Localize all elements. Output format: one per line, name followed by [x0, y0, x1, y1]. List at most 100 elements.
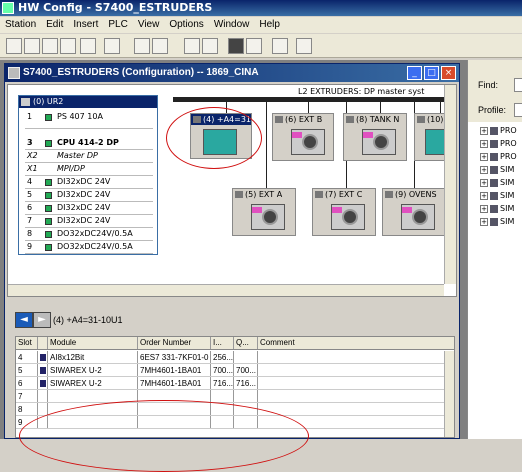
menu-help[interactable]: Help [254, 17, 285, 33]
rack-title[interactable]: (0) UR2 [19, 96, 157, 108]
expand-icon[interactable]: + [480, 140, 488, 148]
dp-station-8[interactable]: (8) TANK N [343, 113, 407, 161]
expand-icon[interactable]: + [480, 127, 488, 135]
menu-edit[interactable]: Edit [41, 17, 68, 33]
find-input[interactable] [514, 78, 522, 92]
expand-icon[interactable]: + [480, 218, 488, 226]
col-comment[interactable]: Comment [258, 337, 456, 349]
maximize-button[interactable]: □ [424, 66, 439, 80]
table-row[interactable]: 6 SIWAREX U-2 7MH4601-1BA01 716... 716..… [16, 377, 454, 390]
menu-station[interactable]: Station [0, 17, 41, 33]
et200-icon [203, 129, 237, 155]
rack-slot-row[interactable]: 6 DI32xDC 24V [25, 203, 153, 215]
dp-station-4[interactable]: (4) +A4=31 [190, 113, 252, 159]
station-icon [235, 191, 243, 198]
catalog-toggle-icon[interactable] [228, 38, 244, 54]
minimize-button[interactable]: _ [407, 66, 422, 80]
horizontal-scrollbar[interactable] [8, 284, 444, 296]
dp-station-7[interactable]: (7) EXT C [312, 188, 376, 236]
rack-slot-row[interactable]: 1 PS 407 10A [25, 112, 153, 129]
dp-station-6[interactable]: (6) EXT B [272, 113, 334, 161]
dp-station-9[interactable]: (9) OVENS [382, 188, 446, 236]
window-icon [8, 67, 20, 79]
menu-options[interactable]: Options [164, 17, 208, 33]
rack-slot-row[interactable]: 3 CPU 414-2 DP [25, 138, 153, 150]
copy-icon[interactable] [134, 38, 150, 54]
expand-icon[interactable]: + [480, 166, 488, 174]
table-row[interactable]: 9 [16, 416, 454, 429]
new-icon[interactable] [6, 38, 22, 54]
expand-icon[interactable]: + [480, 179, 488, 187]
col-module[interactable]: Module [48, 337, 138, 349]
table-row[interactable]: 7 [16, 390, 454, 403]
col-q-address[interactable]: Q... [234, 337, 258, 349]
app-title-bar[interactable]: HW Config - S7400_ESTRUDERS [0, 0, 522, 16]
rack-ur2[interactable]: (0) UR2 1 PS 407 10A 3 CPU 414-2 DP X2 Mast… [18, 95, 158, 255]
rack-slot-row[interactable]: X1 MPI/DP [25, 164, 153, 176]
col-order-number[interactable]: Order Number [138, 337, 211, 349]
rack-slot-row[interactable]: 9 DO32xDC24V/0.5A [25, 242, 153, 254]
catalog-tree-item[interactable]: + PRO [480, 139, 522, 149]
station-label: (9) OVENS [383, 189, 445, 200]
menu-plc[interactable]: PLC [103, 17, 132, 33]
col-i-address[interactable]: I... [211, 337, 234, 349]
expand-icon[interactable]: + [480, 153, 488, 161]
menu-insert[interactable]: Insert [68, 17, 103, 33]
vertical-scrollbar[interactable] [444, 85, 456, 284]
save-icon[interactable] [60, 38, 76, 54]
rack-slot-row[interactable]: 7 DI32xDC 24V [25, 216, 153, 228]
paste-icon[interactable] [152, 38, 168, 54]
catalog-tree-item[interactable]: + SIM [480, 178, 522, 188]
table-row[interactable]: 5 SIWAREX U-2 7MH4601-1BA01 700... 700..… [16, 364, 454, 377]
rack-slot-row[interactable]: 4 DI32xDC 24V [25, 177, 153, 189]
profile-select[interactable] [514, 103, 522, 117]
catalog-tree-item[interactable]: + PRO [480, 152, 522, 162]
expand-icon[interactable]: + [480, 192, 488, 200]
col-icon[interactable] [38, 337, 48, 349]
back-arrow-icon[interactable]: ◄ [15, 312, 33, 328]
table-scrollbar[interactable] [444, 351, 454, 437]
window-icon[interactable] [246, 38, 262, 54]
open-icon[interactable] [24, 38, 40, 54]
upload-icon[interactable] [202, 38, 218, 54]
menu-window[interactable]: Window [209, 17, 255, 33]
module-icon [45, 205, 52, 212]
close-button[interactable]: × [441, 66, 456, 80]
print-icon[interactable] [104, 38, 120, 54]
catalog-tree-item[interactable]: + SIM [480, 217, 522, 227]
dp-bus-line[interactable] [173, 97, 453, 102]
menu-view[interactable]: View [133, 17, 165, 33]
table-row[interactable]: 8 [16, 403, 454, 416]
rack-slot-row[interactable]: 8 DO32xDC24V/0.5A [25, 229, 153, 241]
module-table: Slot Module Order Number I... Q... Comme… [15, 336, 455, 438]
network-icon[interactable] [272, 38, 288, 54]
table-row[interactable]: 4 AI8x12Bit 6ES7 331-7KF01-0 256... [16, 351, 454, 364]
drive-icon [331, 204, 365, 230]
catalog-tree-item[interactable]: + PRO [480, 126, 522, 136]
profile-label: Profile: [478, 105, 507, 115]
catalog-tree-item[interactable]: + SIM [480, 204, 522, 214]
configuration-window-title-bar[interactable]: S7400_ESTRUDERS (Configuration) -- 1869_… [5, 64, 459, 82]
expand-icon[interactable]: + [480, 205, 488, 213]
help-icon[interactable] [296, 38, 312, 54]
detail-title: (4) +A4=31-10U1 [53, 315, 123, 325]
forward-arrow-icon[interactable]: ► [33, 312, 51, 328]
catalog-tree-item[interactable]: + SIM [480, 191, 522, 201]
save-compile-icon[interactable] [80, 38, 96, 54]
app-icon [2, 2, 14, 14]
col-slot[interactable]: Slot [16, 337, 38, 349]
station-label: (7) EXT C [313, 189, 375, 200]
download-icon[interactable] [184, 38, 200, 54]
module-icon [45, 114, 52, 121]
online-icon[interactable] [42, 38, 58, 54]
module-icon [45, 218, 52, 225]
station-label: (4) +A4=31 [191, 114, 251, 125]
catalog-tree-item[interactable]: + SIM [480, 165, 522, 175]
configuration-window: S7400_ESTRUDERS (Configuration) -- 1869_… [4, 63, 460, 472]
folder-icon [490, 218, 498, 226]
dp-station-5[interactable]: (5) EXT A [232, 188, 296, 236]
rack-slot-row[interactable]: 5 DI32xDC 24V [25, 190, 153, 202]
rack-slot-row[interactable]: X2 Master DP [25, 151, 153, 163]
app-title: HW Config - S7400_ESTRUDERS [18, 1, 213, 14]
folder-icon [490, 192, 498, 200]
